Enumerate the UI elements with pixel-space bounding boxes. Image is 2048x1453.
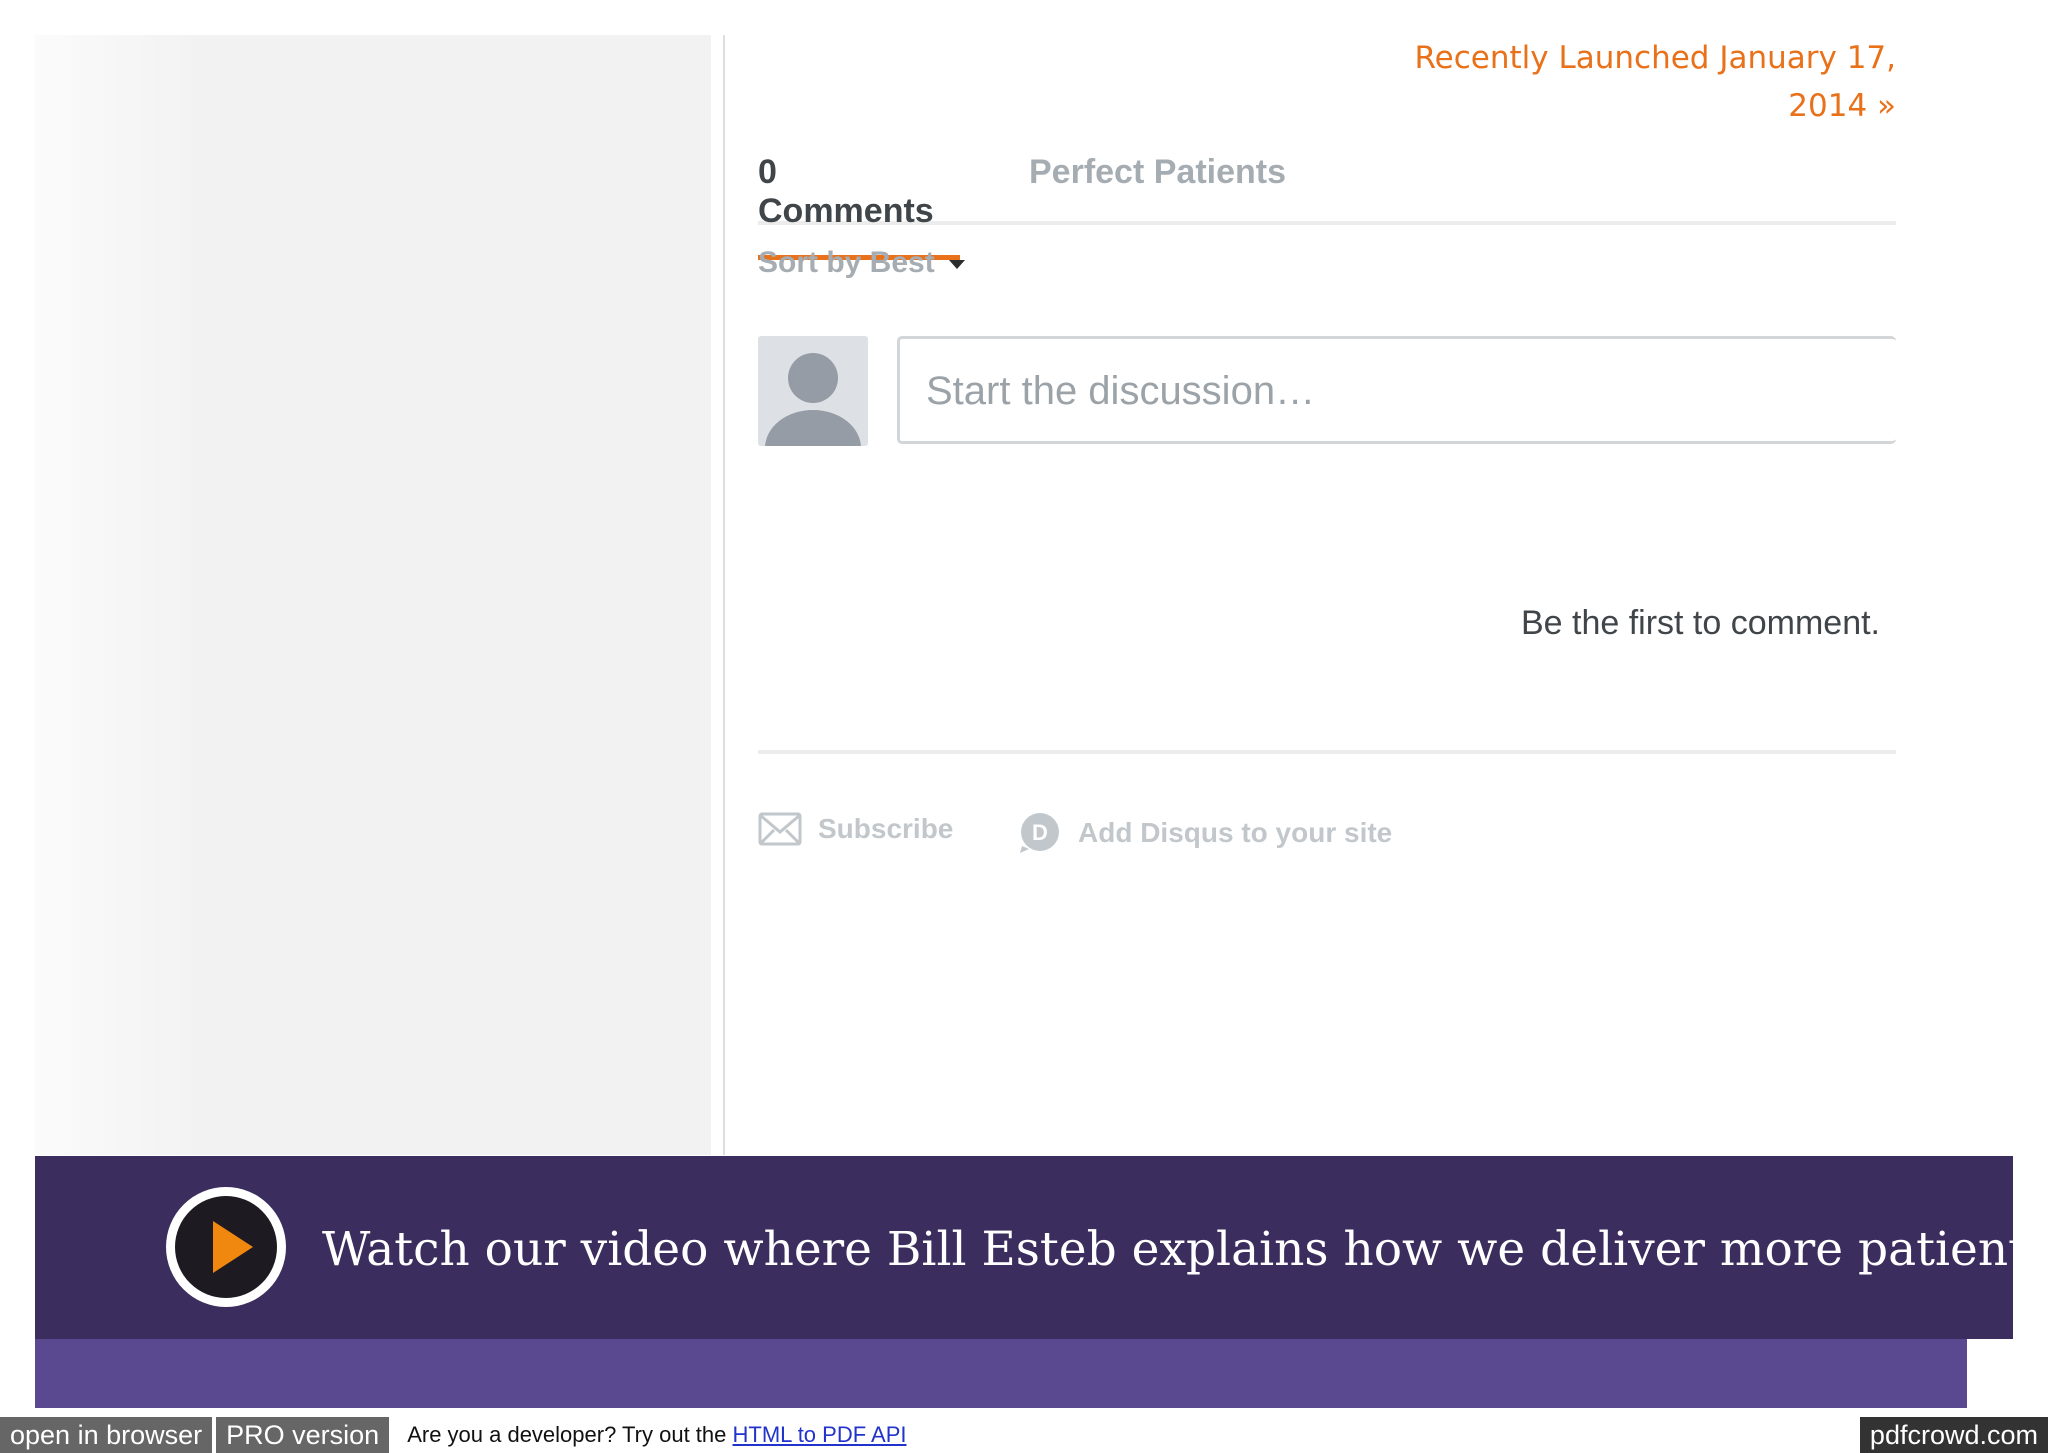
tab-community[interactable]: Perfect Patients bbox=[1029, 153, 1286, 192]
html-to-pdf-api-link[interactable]: HTML to PDF API bbox=[733, 1422, 907, 1447]
column-divider bbox=[723, 35, 725, 1155]
pdfcrowd-bar: open in browser PRO version Are you a de… bbox=[0, 1417, 907, 1453]
tab-comments[interactable]: 0 Comments bbox=[758, 153, 960, 260]
comment-input[interactable]: Start the discussion… bbox=[897, 336, 1896, 444]
caret-down-icon bbox=[948, 259, 965, 269]
subscribe-label: Subscribe bbox=[818, 813, 954, 844]
add-disqus-link[interactable]: D Add Disqus to your site bbox=[1018, 812, 1392, 854]
comment-placeholder: Start the discussion… bbox=[926, 369, 1316, 413]
banner-strip bbox=[35, 1339, 1967, 1408]
play-button-core bbox=[175, 1196, 277, 1298]
developer-message: Are you a developer? Try out the HTML to… bbox=[407, 1422, 906, 1448]
avatar bbox=[758, 336, 868, 446]
subscribe-link[interactable]: Subscribe bbox=[758, 812, 953, 846]
video-banner-text[interactable]: Watch our video where Bill Esteb explain… bbox=[322, 1222, 2048, 1277]
comments-footer-divider bbox=[758, 750, 1896, 754]
disqus-logo-icon: D bbox=[1018, 812, 1062, 854]
empty-comments-message: Be the first to comment. bbox=[1520, 604, 1880, 642]
developer-message-text: Are you a developer? Try out the bbox=[407, 1422, 727, 1447]
envelope-icon bbox=[758, 812, 802, 846]
sort-label: Sort by Best bbox=[758, 246, 935, 279]
pro-version-button[interactable]: PRO version bbox=[216, 1417, 390, 1453]
user-silhouette-icon bbox=[765, 353, 861, 446]
comments-tabs: 0 Comments Perfect Patients bbox=[758, 145, 1896, 260]
add-disqus-label: Add Disqus to your site bbox=[1078, 817, 1393, 848]
pdfcrowd-brand[interactable]: pdfcrowd.com bbox=[1859, 1417, 2048, 1453]
svg-text:D: D bbox=[1032, 820, 1048, 845]
open-in-browser-button[interactable]: open in browser bbox=[0, 1417, 213, 1453]
sort-dropdown[interactable]: Sort by Best bbox=[758, 246, 965, 280]
play-icon bbox=[213, 1221, 253, 1273]
left-sidebar bbox=[35, 35, 711, 1155]
next-post-link[interactable]: Recently Launched January 17, 2014 » bbox=[1376, 34, 1896, 130]
play-video-button[interactable] bbox=[166, 1187, 286, 1307]
